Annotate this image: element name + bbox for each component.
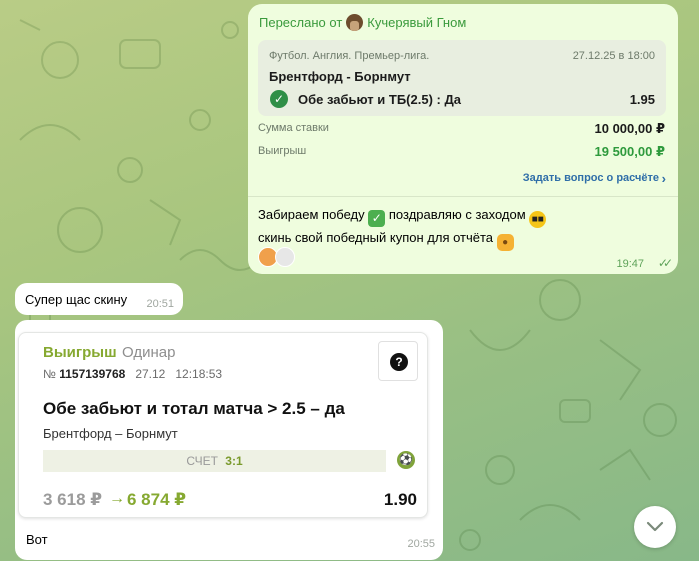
coupon-title: Обе забьют и тотал матча > 2.5 – да <box>43 399 345 418</box>
divider <box>248 196 678 197</box>
coupon-date: 27.12 <box>135 367 166 381</box>
coupon-photo[interactable]: Выигрыш Одинар № 1157139768 27.12 12:18:… <box>18 332 428 518</box>
message-time: 20:55 <box>407 538 435 550</box>
read-checkmarks-icon: ✓✓ <box>657 256 673 270</box>
check-icon: ✓ <box>270 90 288 108</box>
coupon-payout: 6 874 ₽ <box>127 490 187 509</box>
coupon-number-prefix: № <box>43 367 56 381</box>
bet-match: Брентфорд - Борнмут <box>269 69 411 84</box>
bet-league: Футбол. Англия. Премьер-лига. <box>269 50 430 62</box>
message-text: Забираем победу ✓ поздравляю с заходом ■… <box>258 205 618 251</box>
photo-caption: Вот <box>26 532 48 547</box>
coupon-status: Выигрыш <box>43 344 117 361</box>
message-line2: скинь свой победный купон для отчёта <box>258 230 494 245</box>
coupon-stake: 3 618 ₽ <box>43 490 103 509</box>
score-value: 3:1 <box>225 454 243 468</box>
score-label: СЧЕТ <box>186 454 218 468</box>
bet-odds: 1.95 <box>629 92 655 107</box>
coupon-type: Одинар <box>122 344 176 361</box>
forwarded-message-bubble[interactable]: Переслано от Кучерявый Гном Футбол. Англ… <box>248 4 678 274</box>
forwarded-header[interactable]: Переслано от Кучерявый Гном <box>259 14 466 31</box>
stake-label: Сумма ставки <box>258 122 329 134</box>
forwarded-prefix: Переслано от <box>259 15 343 30</box>
ask-about-calculation-link[interactable]: Задать вопрос о расчёте <box>523 172 659 184</box>
coupon-number-row: № 1157139768 27.12 12:18:53 <box>43 367 222 381</box>
bet-card: Футбол. Англия. Премьер-лига. 27.12.25 в… <box>258 40 666 116</box>
reactions[interactable] <box>258 247 295 267</box>
help-button: ? <box>378 341 418 381</box>
coupon-odds: 1.90 <box>383 490 417 509</box>
message-text: Супер щас скину <box>25 292 128 307</box>
sender-avatar[interactable] <box>346 14 364 31</box>
check-mark-emoji-icon: ✓ <box>368 210 386 227</box>
forwarded-sender-name[interactable]: Кучерявый Гном <box>367 15 466 30</box>
stake-value: 10 000,00 ₽ <box>594 121 666 136</box>
incoming-message-bubble[interactable]: Супер щас скину 20:51 <box>15 283 183 315</box>
question-icon: ? <box>390 353 408 371</box>
bet-outcome: Обе забьют и ТБ(2.5) : Да <box>298 92 461 107</box>
scroll-to-bottom-button[interactable] <box>634 506 676 548</box>
flexed-biceps-emoji-icon: ● <box>496 234 514 251</box>
chevron-right-icon[interactable]: › <box>662 171 666 186</box>
football-icon: ⚽ <box>397 451 415 469</box>
score-bar: СЧЕТ 3:1 <box>43 450 386 472</box>
sunglasses-emoji-icon: ■■ <box>529 211 547 228</box>
message-line1: Забираем победу <box>258 207 365 222</box>
message-line1b: поздравляю с заходом <box>388 207 526 222</box>
coupon-match: Брентфорд – Борнмут <box>43 426 178 441</box>
win-label: Выигрыш <box>258 145 307 157</box>
coupon-number: 1157139768 <box>59 367 126 381</box>
bet-datetime: 27.12.25 в 18:00 <box>572 50 655 62</box>
message-time: 19:47 <box>616 258 644 270</box>
message-time: 20:51 <box>146 298 174 310</box>
win-value: 19 500,00 ₽ <box>594 144 666 159</box>
arrow-right-icon: → <box>109 490 125 507</box>
reaction-avatar-2[interactable] <box>275 247 295 267</box>
coupon-time: 12:18:53 <box>175 367 223 381</box>
chevron-down-icon <box>646 521 664 532</box>
